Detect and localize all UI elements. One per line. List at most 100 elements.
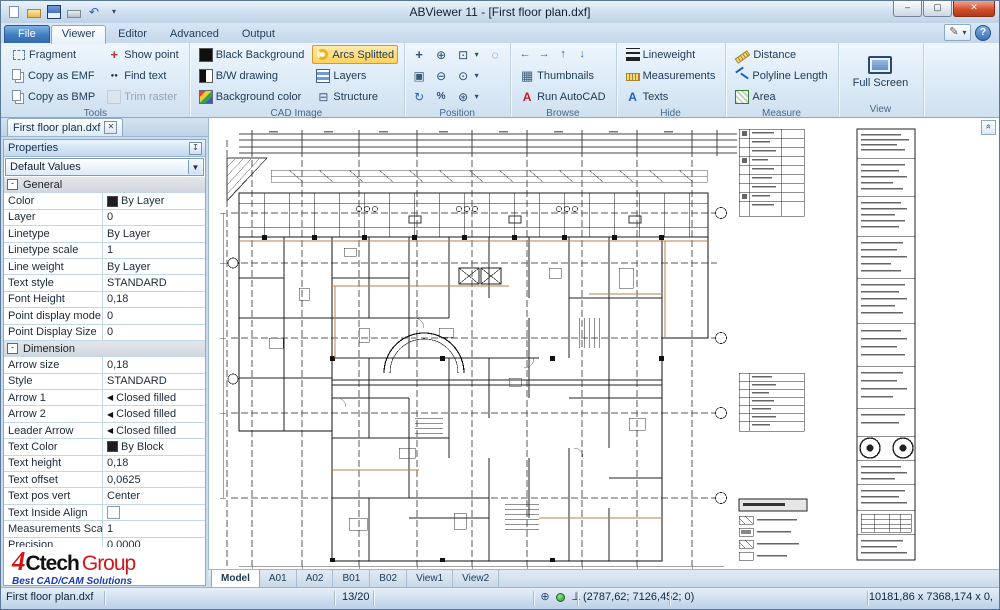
properties-panel-header[interactable]: Properties ↧ bbox=[4, 140, 205, 157]
property-row-arrow-1[interactable]: Arrow 1◀Closed filled bbox=[4, 390, 205, 406]
sheet-tab-a01[interactable]: A01 bbox=[260, 570, 297, 588]
collapse-icon[interactable]: - bbox=[7, 179, 18, 190]
title-bar[interactable]: ABViewer 11 - [First floor plan.dxf] – ▢… bbox=[1, 1, 999, 23]
property-row-color[interactable]: ColorBy Layer bbox=[4, 193, 205, 209]
sheet-tab-a02[interactable]: A02 bbox=[297, 570, 334, 588]
ortho-status-icon[interactable] bbox=[569, 590, 583, 604]
save-button[interactable] bbox=[45, 4, 63, 21]
sheet-tab-view1[interactable]: View1 bbox=[407, 570, 453, 588]
collapse-panel-icon[interactable] bbox=[981, 120, 996, 135]
tab-editor[interactable]: Editor bbox=[107, 25, 158, 43]
background-color-button[interactable]: Background color bbox=[195, 87, 309, 106]
show-point-button[interactable]: Show point bbox=[103, 45, 182, 64]
property-row-line-weight[interactable]: Line weightBy Layer bbox=[4, 259, 205, 275]
property-row-arrow-2[interactable]: Arrow 2◀Closed filled bbox=[4, 406, 205, 422]
close-button[interactable]: ✕ bbox=[953, 1, 995, 17]
texts-button[interactable]: Texts bbox=[622, 87, 720, 106]
area-button[interactable]: Area bbox=[731, 87, 831, 106]
zoom-status-icon[interactable] bbox=[538, 590, 552, 604]
ruler-icon bbox=[626, 73, 640, 81]
b-w-drawing-button[interactable]: B/W drawing bbox=[195, 66, 309, 85]
adown-button[interactable] bbox=[573, 45, 591, 64]
full-screen-button[interactable]: Full Screen bbox=[844, 45, 918, 99]
aup-button[interactable] bbox=[554, 45, 572, 64]
aleft-button[interactable] bbox=[516, 45, 534, 64]
document-tab[interactable]: First floor plan.dxf ✕ bbox=[7, 118, 123, 136]
property-row-text-style[interactable]: Text styleSTANDARD bbox=[4, 275, 205, 291]
property-row-font-height[interactable]: Font Height0,18 bbox=[4, 292, 205, 308]
maximize-button[interactable]: ▢ bbox=[923, 1, 952, 17]
zoomscale-button[interactable] bbox=[432, 87, 450, 106]
copy-as-emf-button[interactable]: Copy as EMF bbox=[8, 66, 99, 85]
property-row-text-color[interactable]: Text ColorBy Block bbox=[4, 439, 205, 455]
lineweight-button[interactable]: Lineweight bbox=[622, 45, 720, 64]
polyline-length-button[interactable]: Polyline Length bbox=[731, 66, 831, 85]
style-dropdown-button[interactable] bbox=[944, 24, 971, 41]
measurements-button[interactable]: Measurements bbox=[622, 66, 720, 85]
property-row-measurements-scale[interactable]: Measurements Scale1 bbox=[4, 521, 205, 537]
collapse-icon[interactable]: - bbox=[7, 343, 18, 354]
section-header-general[interactable]: -General bbox=[4, 177, 205, 193]
preset-combobox[interactable]: Default Values ▼ bbox=[5, 158, 204, 176]
tab-output[interactable]: Output bbox=[231, 25, 286, 43]
undo-button[interactable] bbox=[85, 4, 103, 21]
zoomin-icon bbox=[434, 48, 448, 62]
property-row-layer[interactable]: Layer0 bbox=[4, 210, 205, 226]
run-autocad-button[interactable]: Run AutoCAD bbox=[516, 87, 609, 106]
property-row-text-inside-align[interactable]: Text Inside Align bbox=[4, 505, 205, 521]
sheet-tab-b02[interactable]: B02 bbox=[370, 570, 407, 588]
status-separator bbox=[669, 591, 670, 606]
property-row-text-height[interactable]: Text height0,18 bbox=[4, 456, 205, 472]
snap-status-icon[interactable] bbox=[556, 593, 565, 602]
quick-access-dropdown[interactable] bbox=[105, 4, 123, 21]
combo-arrow-icon[interactable]: ▼ bbox=[188, 160, 202, 174]
rotate-button[interactable] bbox=[410, 87, 428, 106]
property-row-text-pos-vert[interactable]: Text pos vertCenter bbox=[4, 488, 205, 504]
arrowhead-icon: ◀ bbox=[107, 410, 113, 419]
fit-button[interactable] bbox=[410, 66, 428, 85]
arcs-splitted-button[interactable]: Arcs Splitted bbox=[312, 45, 398, 64]
trim-raster-button[interactable]: Trim raster bbox=[103, 87, 182, 106]
cad-canvas[interactable] bbox=[208, 118, 999, 569]
zoomprev-button[interactable] bbox=[454, 66, 482, 85]
zoommenu-button[interactable] bbox=[454, 87, 482, 106]
property-row-leader-arrow[interactable]: Leader Arrow◀Closed filled bbox=[4, 423, 205, 439]
property-row-linetype[interactable]: LinetypeBy Layer bbox=[4, 226, 205, 242]
layers-button[interactable]: Layers bbox=[312, 66, 398, 85]
open-button[interactable] bbox=[25, 4, 43, 21]
property-row-text-offset[interactable]: Text offset0,0625 bbox=[4, 472, 205, 488]
lasso-button[interactable] bbox=[486, 45, 504, 64]
copy-as-bmp-button[interactable]: Copy as BMP bbox=[8, 87, 99, 106]
tab-file[interactable]: File bbox=[4, 25, 50, 43]
print-button[interactable] bbox=[65, 4, 83, 21]
sheet-tab-model[interactable]: Model bbox=[211, 570, 260, 588]
minimize-button[interactable]: – bbox=[893, 1, 922, 17]
property-row-point-display-size[interactable]: Point Display Size0 bbox=[4, 325, 205, 341]
zoomin-button[interactable] bbox=[432, 45, 450, 64]
close-document-icon[interactable]: ✕ bbox=[104, 121, 117, 134]
find-text-button[interactable]: Find text bbox=[103, 66, 182, 85]
property-row-style[interactable]: StyleSTANDARD bbox=[4, 374, 205, 390]
structure-button[interactable]: Structure bbox=[312, 87, 398, 106]
thumbnails-button[interactable]: Thumbnails bbox=[516, 66, 609, 85]
tab-viewer[interactable]: Viewer bbox=[51, 25, 106, 44]
sheet-tab-view2[interactable]: View2 bbox=[453, 570, 499, 588]
sheet-tab-b01[interactable]: B01 bbox=[333, 570, 370, 588]
property-row-arrow-size[interactable]: Arrow size0,18 bbox=[4, 357, 205, 373]
new-button[interactable] bbox=[5, 4, 23, 21]
property-row-linetype-scale[interactable]: Linetype scale1 bbox=[4, 243, 205, 259]
fragment-button[interactable]: Fragment bbox=[8, 45, 99, 64]
pin-icon[interactable]: ↧ bbox=[189, 142, 202, 155]
property-row-precision[interactable]: Precision0.0000 bbox=[4, 538, 205, 547]
checkbox[interactable] bbox=[107, 506, 120, 519]
zoomwin-button[interactable] bbox=[454, 45, 482, 64]
zoomout-button[interactable] bbox=[432, 66, 450, 85]
aright-button[interactable] bbox=[535, 45, 553, 64]
tab-advanced[interactable]: Advanced bbox=[159, 25, 230, 43]
help-button[interactable]: ? bbox=[975, 25, 991, 41]
section-header-dimension[interactable]: -Dimension bbox=[4, 341, 205, 357]
black-background-button[interactable]: Black Background bbox=[195, 45, 309, 64]
pan-button[interactable] bbox=[410, 45, 428, 64]
property-row-point-display-mode[interactable]: Point display mode0 bbox=[4, 308, 205, 324]
distance-button[interactable]: Distance bbox=[731, 45, 831, 64]
